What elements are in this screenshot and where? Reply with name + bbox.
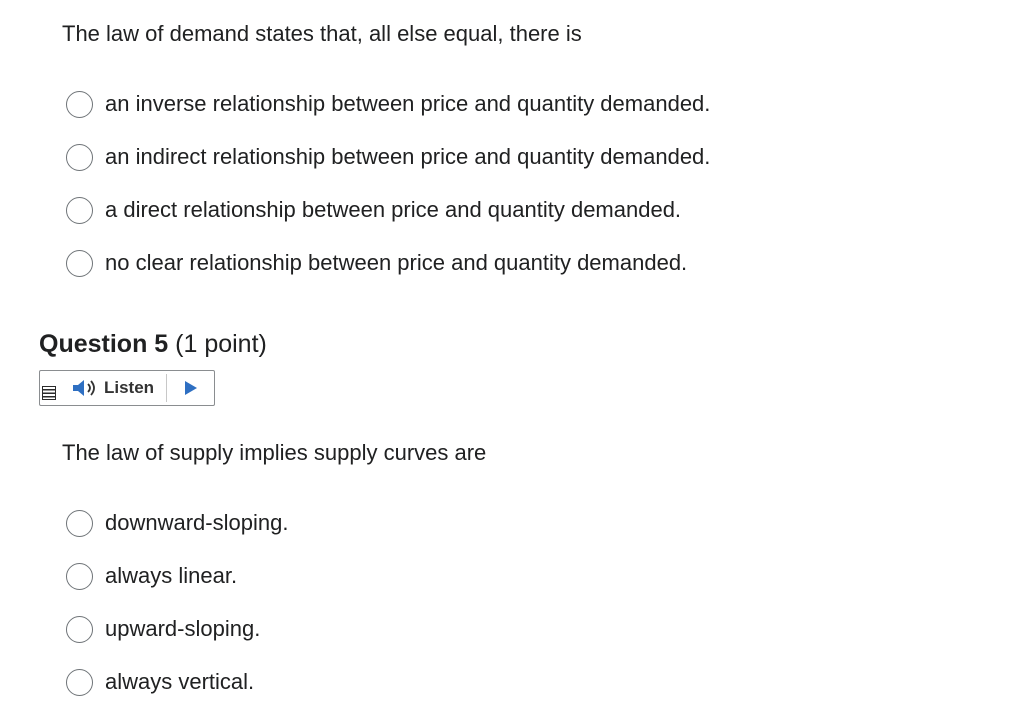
option-label: always vertical.	[105, 669, 255, 694]
radio-unchecked-icon[interactable]	[66, 615, 93, 643]
listen-label: Listen	[104, 378, 155, 397]
radio-unchecked-icon[interactable]	[66, 196, 93, 224]
question-4-stem: The law of demand states that, all else …	[62, 21, 582, 46]
question-title: Question 5	[39, 330, 169, 358]
option-label: a direct relationship between price and …	[105, 197, 682, 222]
radio-unchecked-icon[interactable]	[66, 249, 93, 277]
radio-unchecked-icon[interactable]	[66, 509, 93, 537]
radio-unchecked-icon[interactable]	[66, 668, 93, 696]
play-icon	[184, 381, 197, 395]
option-label: downward-sloping.	[105, 510, 289, 535]
question-5-option-4[interactable]: always vertical.	[66, 666, 254, 698]
speaker-icon	[73, 380, 95, 396]
question-5-heading: Question 5 (1 point)	[39, 328, 267, 360]
option-label: upward-sloping.	[105, 616, 261, 641]
option-label: no clear relationship between price and …	[105, 250, 688, 275]
radio-unchecked-icon[interactable]	[66, 562, 93, 590]
question-points: (1 point)	[175, 330, 267, 358]
question-5-option-1[interactable]: downward-sloping.	[66, 507, 288, 539]
question-4-option-2[interactable]: an indirect relationship between price a…	[66, 141, 710, 173]
option-label: an indirect relationship between price a…	[105, 144, 711, 169]
menu-icon[interactable]	[42, 386, 56, 400]
question-4-option-3[interactable]: a direct relationship between price and …	[66, 194, 681, 226]
question-5-option-2[interactable]: always linear.	[66, 560, 237, 592]
listen-widget: Listen	[39, 370, 215, 406]
option-label: an inverse relationship between price an…	[105, 91, 711, 116]
radio-unchecked-icon[interactable]	[66, 90, 93, 118]
question-4-option-1[interactable]: an inverse relationship between price an…	[66, 88, 710, 120]
question-5-option-3[interactable]: upward-sloping.	[66, 613, 260, 645]
question-5-stem: The law of supply implies supply curves …	[62, 440, 487, 465]
quiz-page: The law of demand states that, all else …	[0, 0, 1024, 710]
question-4-option-4[interactable]: no clear relationship between price and …	[66, 247, 687, 279]
listen-button[interactable]: Listen	[68, 371, 166, 405]
play-button[interactable]	[167, 371, 214, 405]
option-label: always linear.	[105, 563, 238, 588]
radio-unchecked-icon[interactable]	[66, 143, 93, 171]
